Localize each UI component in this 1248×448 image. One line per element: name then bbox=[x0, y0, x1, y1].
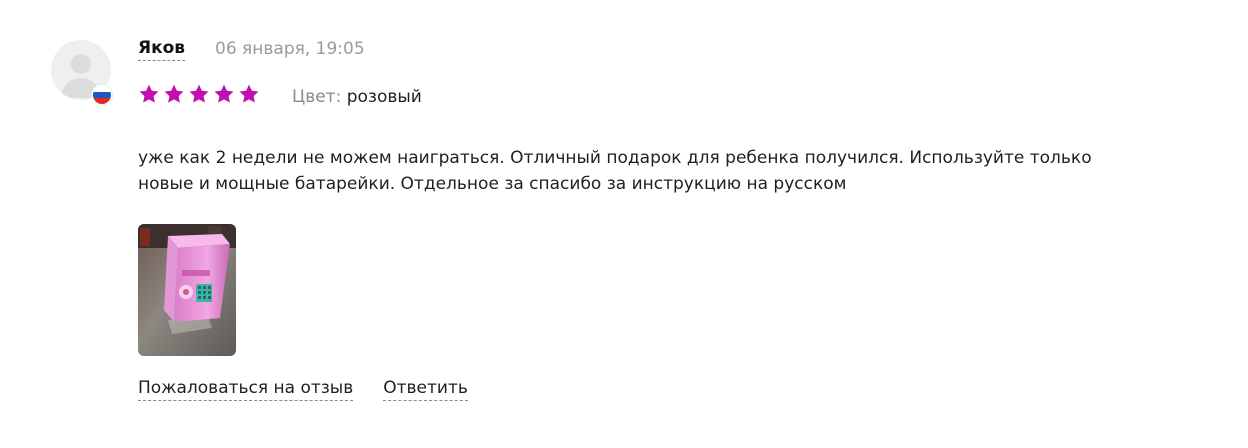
review-text: уже как 2 недели не можем наиграться. От… bbox=[138, 148, 1092, 194]
complain-link[interactable]: Пожаловаться на отзыв bbox=[138, 377, 354, 401]
review-actions: Пожаловаться на отзыв Ответить bbox=[138, 377, 468, 401]
star-rating bbox=[138, 83, 260, 105]
review-photo[interactable] bbox=[138, 224, 236, 356]
star-filled-icon bbox=[138, 83, 160, 105]
star-filled-icon bbox=[163, 83, 185, 105]
author-name[interactable]: Яков bbox=[138, 37, 186, 61]
product-variant: Цвет: розовый bbox=[292, 86, 422, 108]
reply-link[interactable]: Ответить bbox=[383, 377, 468, 401]
review-date: 06 января, 19:05 bbox=[215, 39, 365, 59]
variant-label: Цвет: bbox=[292, 87, 342, 107]
variant-value: розовый bbox=[346, 87, 422, 107]
star-filled-icon bbox=[238, 83, 260, 105]
russia-flag-icon bbox=[93, 86, 111, 104]
review-card: Яков 06 января, 19:05 Цвет: розовый уже … bbox=[0, 0, 1248, 448]
star-filled-icon bbox=[213, 83, 235, 105]
review-photo-image bbox=[138, 224, 236, 356]
star-filled-icon bbox=[188, 83, 210, 105]
